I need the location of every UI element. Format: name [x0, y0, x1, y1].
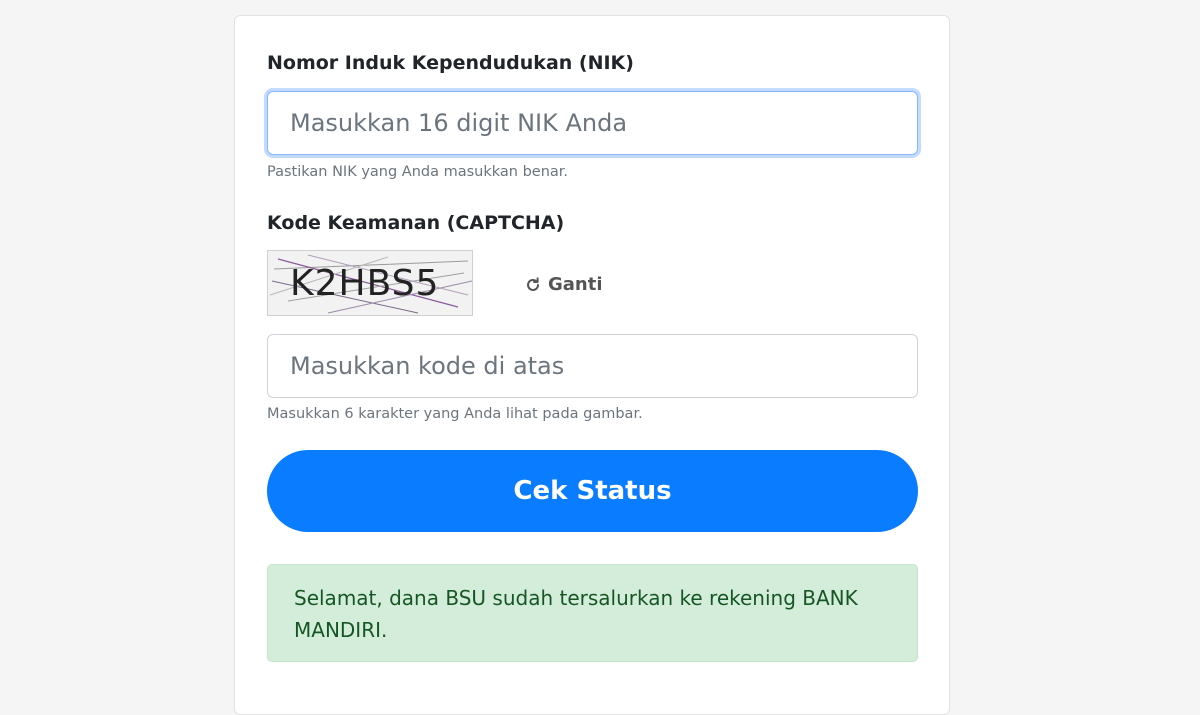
nik-label: Nomor Induk Kependudukan (NIK) — [267, 52, 634, 74]
success-alert-message: Selamat, dana BSU sudah tersalurkan ke r… — [294, 586, 858, 642]
nik-input[interactable] — [267, 91, 918, 155]
captcha-refresh-button[interactable]: Ganti — [525, 274, 603, 295]
status-check-card: Nomor Induk Kependudukan (NIK) Pastikan … — [234, 15, 950, 715]
check-status-button[interactable]: Cek Status — [267, 450, 918, 532]
refresh-icon — [527, 276, 539, 291]
captcha-image: K2HBS5 — [267, 250, 473, 316]
nik-help-text: Pastikan NIK yang Anda masukkan benar. — [267, 164, 569, 180]
success-alert: Selamat, dana BSU sudah tersalurkan ke r… — [267, 564, 918, 662]
captcha-refresh-label: Ganti — [548, 274, 603, 295]
captcha-code-text: K2HBS5 — [290, 263, 440, 304]
captcha-input[interactable] — [267, 334, 918, 398]
captcha-label: Kode Keamanan (CAPTCHA) — [267, 212, 565, 234]
captcha-help-text: Masukkan 6 karakter yang Anda lihat pada… — [267, 406, 643, 422]
